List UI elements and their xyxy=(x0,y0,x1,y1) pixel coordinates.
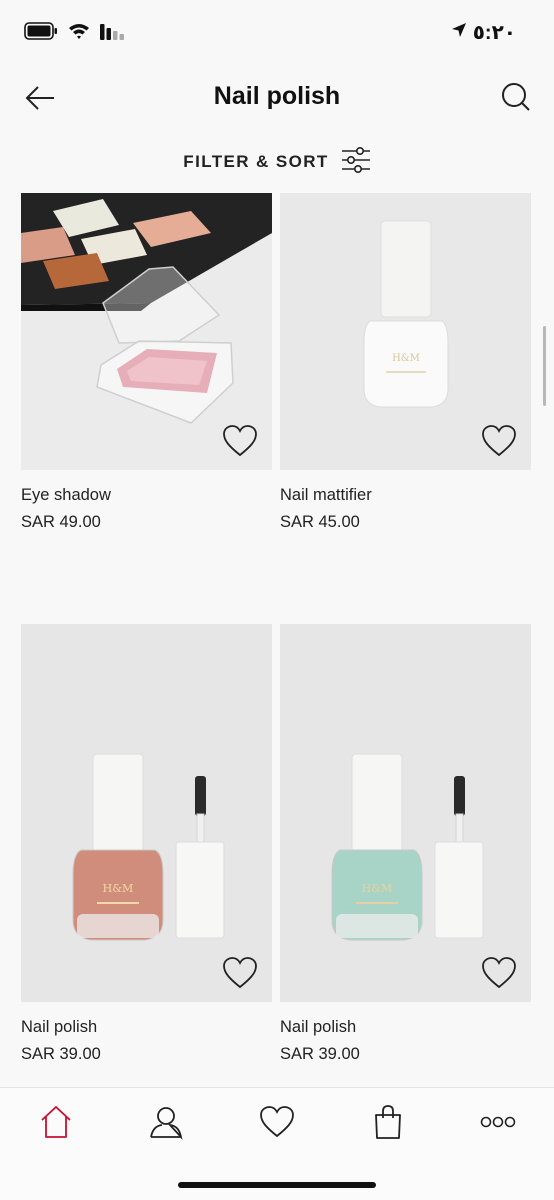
product-price: SAR 45.00 xyxy=(280,513,360,531)
product-card[interactable]: H&M Nail polish SAR 39.00 xyxy=(21,624,272,1064)
heart-icon xyxy=(481,957,517,994)
status-icons-left xyxy=(24,22,126,45)
product-name[interactable]: Nail polish xyxy=(280,1018,531,1037)
svg-text:H&M: H&M xyxy=(392,353,420,364)
favourites-icon xyxy=(259,1105,295,1144)
product-image[interactable]: H&M xyxy=(280,193,531,470)
product-image[interactable]: H&M xyxy=(21,624,272,1002)
rose-nail-polish-image: H&M xyxy=(21,624,272,1002)
heart-icon xyxy=(481,425,517,462)
product-card[interactable]: H&M Nail mattifier SAR 45.00 xyxy=(280,193,531,532)
nav-more[interactable] xyxy=(476,1102,520,1146)
product-price: SAR 49.00 xyxy=(21,513,101,531)
nav-home[interactable] xyxy=(34,1102,78,1146)
battery-icon xyxy=(24,22,58,45)
home-icon xyxy=(38,1104,74,1145)
home-indicator[interactable] xyxy=(178,1182,376,1188)
sliders-icon xyxy=(341,146,371,178)
filter-sort-label: FILTER & SORT xyxy=(183,152,329,171)
more-icon xyxy=(480,1115,516,1134)
status-time: ٥:٢٠ xyxy=(472,22,516,44)
heart-icon xyxy=(222,425,258,462)
svg-text:H&M: H&M xyxy=(103,882,134,895)
screen: ٥:٢٠ Nail polish FILTER & SORT Eye shado… xyxy=(0,0,554,1200)
account-icon xyxy=(148,1104,184,1145)
heart-icon xyxy=(222,957,258,994)
svg-text:H&M: H&M xyxy=(362,882,393,895)
product-price: SAR 39.00 xyxy=(280,1045,360,1063)
product-image[interactable] xyxy=(21,193,272,470)
favourite-button[interactable] xyxy=(222,424,258,458)
nav-bag[interactable] xyxy=(366,1102,410,1146)
product-card[interactable]: Eye shadow SAR 49.00 xyxy=(21,193,272,532)
nav-account[interactable] xyxy=(144,1102,188,1146)
scrollbar[interactable] xyxy=(543,326,546,406)
search-icon xyxy=(500,82,532,119)
wifi-icon xyxy=(68,22,90,45)
favourite-button[interactable] xyxy=(222,956,258,990)
product-card[interactable]: H&M Nail polish SAR 39.00 xyxy=(280,624,531,1064)
favourite-button[interactable] xyxy=(481,424,517,458)
page-title: Nail polish xyxy=(213,82,341,110)
product-image[interactable]: H&M xyxy=(280,624,531,1002)
status-bar: ٥:٢٠ xyxy=(0,0,554,66)
product-name[interactable]: Nail polish xyxy=(21,1018,272,1037)
product-name[interactable]: Nail mattifier xyxy=(280,486,531,505)
signal-icon xyxy=(100,22,126,45)
product-name[interactable]: Eye shadow xyxy=(21,486,272,505)
location-arrow-icon xyxy=(451,21,467,44)
search-button[interactable] xyxy=(496,80,536,120)
status-right: ٥:٢٠ xyxy=(451,20,516,45)
favourite-button[interactable] xyxy=(481,956,517,990)
filter-sort-button[interactable]: FILTER & SORT xyxy=(0,140,554,184)
bag-icon xyxy=(372,1104,404,1145)
mint-nail-polish-image: H&M xyxy=(280,624,531,1002)
header: Nail polish xyxy=(0,66,554,132)
nav-favourites[interactable] xyxy=(255,1102,299,1146)
product-price: SAR 39.00 xyxy=(21,1045,101,1063)
